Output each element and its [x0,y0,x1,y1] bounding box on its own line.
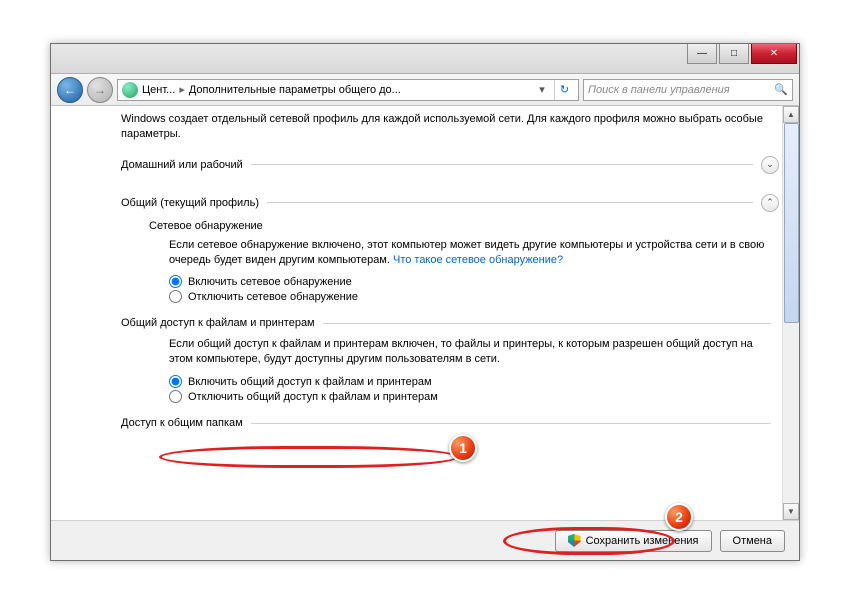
intro-text: Windows создает отдельный сетевой профил… [121,112,779,142]
close-button[interactable]: ✕ [751,44,797,64]
subtitle-file-sharing: Общий доступ к файлам и принтерам [121,317,315,329]
minimize-button[interactable]: — [687,44,717,64]
radio-label: Отключить сетевое обнаружение [188,291,358,303]
annotation-highlight-1 [159,446,459,468]
radio-label: Включить общий доступ к файлам и принтер… [188,376,432,388]
section-network-discovery: Сетевое обнаружение Если сетевое обнаруж… [149,220,779,304]
divider [267,202,753,203]
subtitle-network-discovery: Сетевое обнаружение [149,220,779,232]
radio-discovery-off[interactable]: Отключить сетевое обнаружение [169,290,779,303]
network-discovery-radios: Включить сетевое обнаружение Отключить с… [169,275,779,303]
profile-home: Домашний или рабочий ⌄ [121,156,779,174]
divider [323,323,771,324]
radio-label: Отключить общий доступ к файлам и принте… [188,391,438,403]
radio-label: Включить сетевое обнаружение [188,276,352,288]
cancel-button[interactable]: Отмена [720,530,785,552]
collapse-chevron-up-icon[interactable]: ⌃ [761,194,779,212]
save-button-label: Сохранить изменения [586,535,699,547]
network-discovery-desc: Если сетевое обнаружение включено, этот … [169,238,779,268]
footer: 2 Сохранить изменения Отмена [51,520,799,560]
scroll-up-button[interactable]: ▲ [783,106,799,123]
breadcrumb-sep-icon: ▸ [179,83,185,96]
navbar: ← → Цент... ▸ Дополнительные параметры о… [51,74,799,106]
refresh-button[interactable]: ↻ [554,80,574,100]
scroll-thumb[interactable] [784,123,799,323]
file-sharing-radios: Включить общий доступ к файлам и принтер… [169,375,779,403]
shield-icon [568,534,581,547]
radio-input[interactable] [169,290,182,303]
profile-public-label: Общий (текущий профиль) [121,197,259,209]
radio-file-sharing-on[interactable]: Включить общий доступ к файлам и принтер… [169,375,779,388]
titlebar: — □ ✕ [51,44,799,74]
control-panel-window: — □ ✕ ← → Цент... ▸ Дополнительные парам… [50,43,800,561]
divider [251,164,753,165]
maximize-button[interactable]: □ [719,44,749,64]
profile-home-label: Домашний или рабочий [121,159,243,171]
breadcrumb-item[interactable]: Дополнительные параметры общего до... [189,84,401,96]
annotation-marker-1: 1 [449,434,477,462]
radio-discovery-on[interactable]: Включить сетевое обнаружение [169,275,779,288]
content-area: Windows создает отдельный сетевой профил… [51,106,799,520]
divider [251,423,771,424]
expand-chevron-down-icon[interactable]: ⌄ [761,156,779,174]
save-button[interactable]: Сохранить изменения [555,530,712,552]
address-dropdown-icon[interactable]: ▾ [534,83,550,96]
vertical-scrollbar[interactable]: ▲ ▼ [782,106,799,520]
network-icon [122,82,138,98]
search-placeholder: Поиск в панели управления [588,84,730,96]
back-button[interactable]: ← [57,77,83,103]
file-sharing-desc: Если общий доступ к файлам и принтерам в… [169,337,779,367]
scroll-down-button[interactable]: ▼ [783,503,799,520]
section-file-sharing: Общий доступ к файлам и принтерам Если о… [149,317,779,403]
radio-file-sharing-off[interactable]: Отключить общий доступ к файлам и принте… [169,390,779,403]
forward-button: → [87,77,113,103]
profile-public: Общий (текущий профиль) ⌃ [121,194,779,212]
radio-input[interactable] [169,390,182,403]
search-icon[interactable]: 🔍 [774,83,788,96]
radio-input[interactable] [169,375,182,388]
address-bar[interactable]: Цент... ▸ Дополнительные параметры общег… [117,79,579,101]
link-what-is-discovery[interactable]: Что такое сетевое обнаружение? [393,254,563,266]
section-public-folders: Доступ к общим папкам [149,417,779,429]
subtitle-public-folders: Доступ к общим папкам [121,417,243,429]
search-input[interactable]: Поиск в панели управления 🔍 [583,79,793,101]
breadcrumb-item[interactable]: Цент... [142,84,175,96]
radio-input[interactable] [169,275,182,288]
